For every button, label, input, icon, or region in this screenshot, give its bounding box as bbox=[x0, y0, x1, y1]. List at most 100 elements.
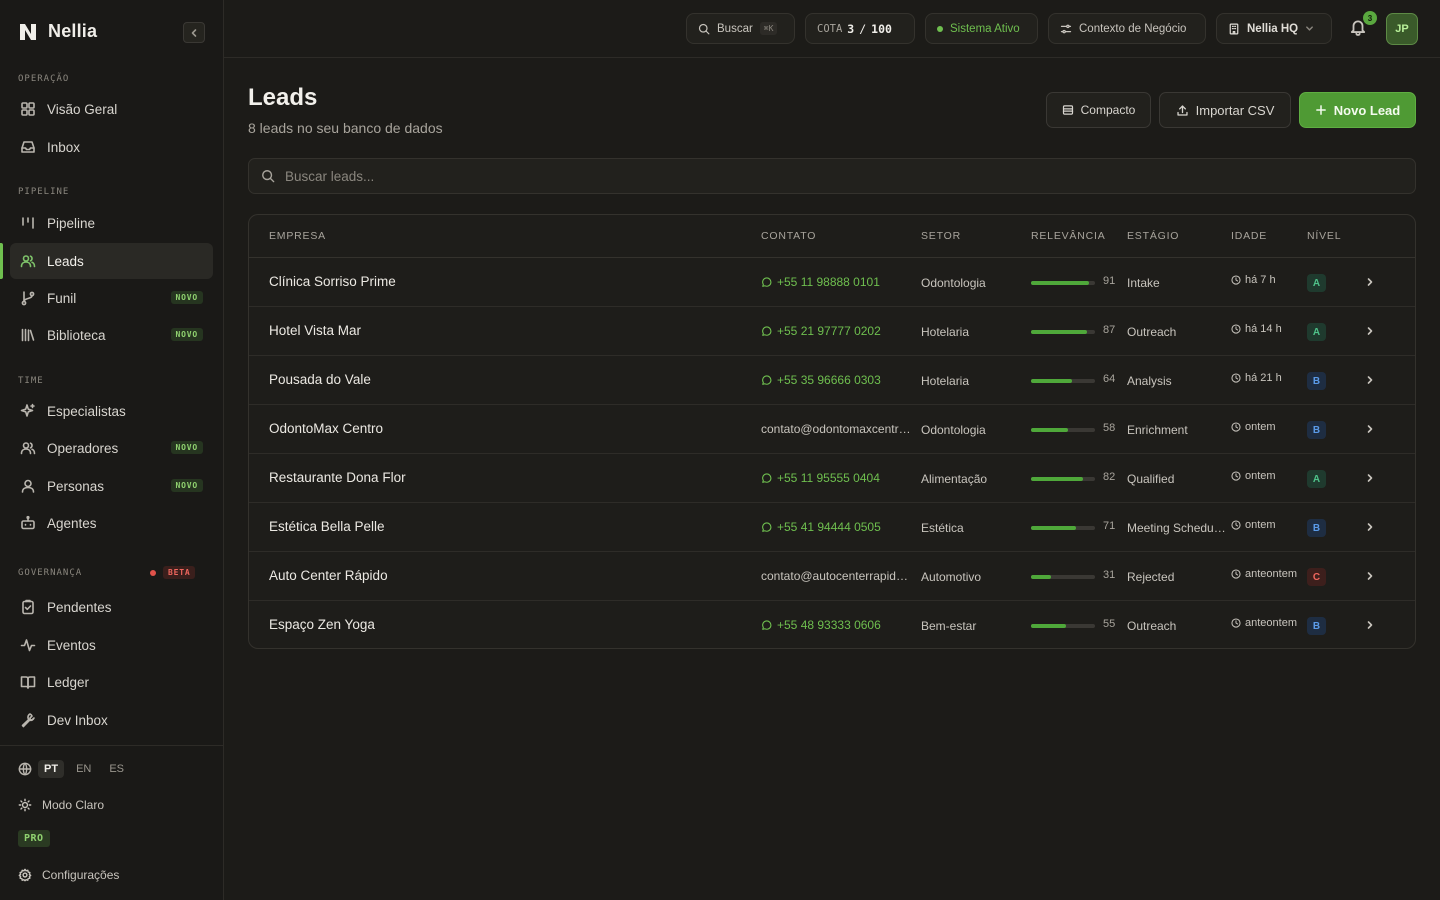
relevance-bar-fill bbox=[1031, 624, 1067, 628]
whatsapp-contact[interactable]: +55 48 93333 0606 bbox=[761, 618, 913, 632]
chevron-right-icon[interactable] bbox=[1365, 620, 1375, 630]
chevron-right-icon[interactable] bbox=[1365, 277, 1375, 287]
sidebar-item-ledger[interactable]: Ledger bbox=[10, 664, 213, 700]
quota-used: 3 bbox=[847, 21, 855, 36]
company-name[interactable]: OdontoMax Centro bbox=[269, 421, 383, 436]
age-value: ontem bbox=[1245, 519, 1276, 531]
business-context-button[interactable]: Contexto de Negócio bbox=[1048, 13, 1206, 44]
email-contact[interactable]: contato@autocenterrapido.com.br bbox=[761, 569, 913, 583]
column-header-relevancia[interactable]: RELEVÂNCIA bbox=[1031, 230, 1106, 242]
relevance-score: 91 bbox=[1103, 275, 1116, 287]
sidebar-item-visao-geral[interactable]: Visão Geral bbox=[10, 91, 213, 127]
company-name[interactable]: Hotel Vista Mar bbox=[269, 323, 361, 338]
import-csv-label: Importar CSV bbox=[1195, 102, 1275, 118]
sidebar-item-biblioteca[interactable]: Biblioteca NOVO bbox=[10, 317, 213, 353]
column-header-empresa[interactable]: EMPRESA bbox=[269, 230, 326, 242]
whatsapp-contact[interactable]: +55 11 98888 0101 bbox=[761, 275, 913, 289]
column-header-estagio[interactable]: ESTÁGIO bbox=[1127, 230, 1179, 242]
user-avatar[interactable]: JP bbox=[1386, 13, 1418, 45]
chevron-right-icon[interactable] bbox=[1365, 375, 1375, 385]
whatsapp-contact[interactable]: +55 35 96666 0303 bbox=[761, 373, 913, 387]
company-name[interactable]: Restaurante Dona Flor bbox=[269, 470, 406, 485]
whatsapp-contact[interactable]: +55 41 94444 0505 bbox=[761, 520, 913, 534]
company-name[interactable]: Clínica Sorriso Prime bbox=[269, 274, 396, 289]
table-row[interactable]: Estética Bella Pelle +55 41 94444 0505 Est… bbox=[249, 503, 1415, 552]
table-row[interactable]: Restaurante Dona Flor +55 11 95555 0404 Al… bbox=[249, 454, 1415, 503]
clock-icon bbox=[1231, 275, 1241, 285]
column-header-idade[interactable]: IDADE bbox=[1231, 230, 1267, 242]
workspace-selector[interactable]: Nellia HQ bbox=[1216, 13, 1332, 44]
chevron-right-icon[interactable] bbox=[1365, 522, 1375, 532]
company-name[interactable]: Auto Center Rápido bbox=[269, 568, 388, 583]
sun-icon bbox=[18, 798, 32, 812]
sidebar-item-label: Eventos bbox=[47, 637, 96, 653]
compact-view-button[interactable]: Compacto bbox=[1046, 92, 1151, 128]
novo-badge: NOVO bbox=[170, 441, 203, 454]
sidebar-item-inbox[interactable]: Inbox bbox=[10, 129, 213, 165]
sparkles-icon bbox=[20, 403, 36, 419]
sidebar-item-personas[interactable]: Personas NOVO bbox=[10, 468, 213, 504]
theme-toggle[interactable]: Modo Claro bbox=[18, 798, 104, 812]
tier-badge: B bbox=[1307, 617, 1326, 635]
table-row[interactable]: Pousada do Vale +55 35 96666 0303 Hotelari… bbox=[249, 356, 1415, 405]
relevance-bar bbox=[1031, 330, 1095, 334]
sidebar-item-funil[interactable]: Funil NOVO bbox=[10, 280, 213, 316]
relevance-bar-fill bbox=[1031, 379, 1072, 383]
settings-link[interactable]: Configurações bbox=[18, 868, 119, 882]
stage-cell: Qualified bbox=[1127, 472, 1175, 486]
chevron-right-icon[interactable] bbox=[1365, 571, 1375, 581]
relevance-bar bbox=[1031, 575, 1095, 579]
global-search-button[interactable]: Buscar ⌘K bbox=[686, 13, 795, 44]
table-row[interactable]: Clínica Sorriso Prime +55 11 98888 0101 Od… bbox=[249, 258, 1415, 307]
collapse-sidebar-button[interactable] bbox=[183, 22, 205, 43]
topbar: Buscar ⌘K COTA 3 / 100 Sistema Ativo Con… bbox=[224, 0, 1440, 58]
sidebar-item-dev-inbox[interactable]: Dev Inbox bbox=[10, 702, 213, 738]
company-name[interactable]: Pousada do Vale bbox=[269, 372, 371, 387]
beta-dot bbox=[150, 569, 156, 576]
table-row[interactable]: Auto Center Rápido contato@autocenterrapi… bbox=[249, 552, 1415, 601]
column-header-nivel[interactable]: NÍVEL bbox=[1307, 230, 1341, 242]
company-name[interactable]: Espaço Zen Yoga bbox=[269, 617, 375, 632]
chevron-right-icon[interactable] bbox=[1365, 326, 1375, 336]
whatsapp-contact[interactable]: +55 21 97777 0202 bbox=[761, 324, 913, 338]
age-value: anteontem bbox=[1245, 617, 1297, 629]
company-name[interactable]: Estética Bella Pelle bbox=[269, 519, 385, 534]
sidebar-item-leads[interactable]: Leads bbox=[10, 243, 213, 279]
lead-search-input[interactable] bbox=[285, 168, 1385, 184]
sidebar-item-label: Leads bbox=[47, 253, 84, 269]
grid-icon bbox=[20, 101, 36, 117]
age-value: há 14 h bbox=[1245, 323, 1282, 335]
email-contact[interactable]: contato@odontomaxcentro.com.br bbox=[761, 422, 913, 436]
sidebar-item-label: Pendentes bbox=[47, 599, 112, 615]
whatsapp-contact[interactable]: +55 11 95555 0404 bbox=[761, 471, 913, 485]
sidebar-item-especialistas[interactable]: Especialistas bbox=[10, 393, 213, 429]
chevron-right-icon[interactable] bbox=[1365, 473, 1375, 483]
table-row[interactable]: Hotel Vista Mar +55 21 97777 0202 Hotelari… bbox=[249, 307, 1415, 356]
sidebar-item-pendentes[interactable]: Pendentes bbox=[10, 589, 213, 625]
brand[interactable]: Nellia bbox=[18, 21, 97, 42]
chevron-right-icon[interactable] bbox=[1365, 424, 1375, 434]
tier-badge: B bbox=[1307, 372, 1326, 390]
table-row[interactable]: Espaço Zen Yoga +55 48 93333 0606 Bem-esta… bbox=[249, 601, 1415, 648]
relevance-score: 31 bbox=[1103, 569, 1116, 581]
column-header-contato[interactable]: CONTATO bbox=[761, 230, 816, 242]
whatsapp-icon bbox=[761, 325, 772, 337]
sidebar-item-operadores[interactable]: Operadores NOVO bbox=[10, 430, 213, 466]
tier-badge: A bbox=[1307, 470, 1326, 488]
sidebar-item-pipeline[interactable]: Pipeline bbox=[10, 205, 213, 241]
language-option-pt[interactable]: PT bbox=[38, 760, 65, 778]
language-option-es[interactable]: ES bbox=[103, 760, 130, 778]
clipboard-check-icon bbox=[20, 599, 36, 615]
table-row[interactable]: OdontoMax Centro contato@odontomaxcentro.… bbox=[249, 405, 1415, 454]
theme-toggle-label: Modo Claro bbox=[42, 798, 105, 812]
import-csv-button[interactable]: Importar CSV bbox=[1159, 92, 1291, 128]
stage-cell: Outreach bbox=[1127, 325, 1177, 339]
sidebar-item-label: Inbox bbox=[47, 139, 81, 155]
relevance-score: 64 bbox=[1103, 373, 1116, 385]
column-header-setor[interactable]: SETOR bbox=[921, 230, 961, 242]
sidebar-item-agentes[interactable]: Agentes bbox=[10, 505, 213, 541]
new-lead-button[interactable]: Novo Lead bbox=[1299, 92, 1416, 128]
sidebar-item-eventos[interactable]: Eventos bbox=[10, 627, 213, 663]
language-option-en[interactable]: EN bbox=[70, 760, 97, 778]
contact-value: +55 11 95555 0404 bbox=[777, 471, 880, 485]
